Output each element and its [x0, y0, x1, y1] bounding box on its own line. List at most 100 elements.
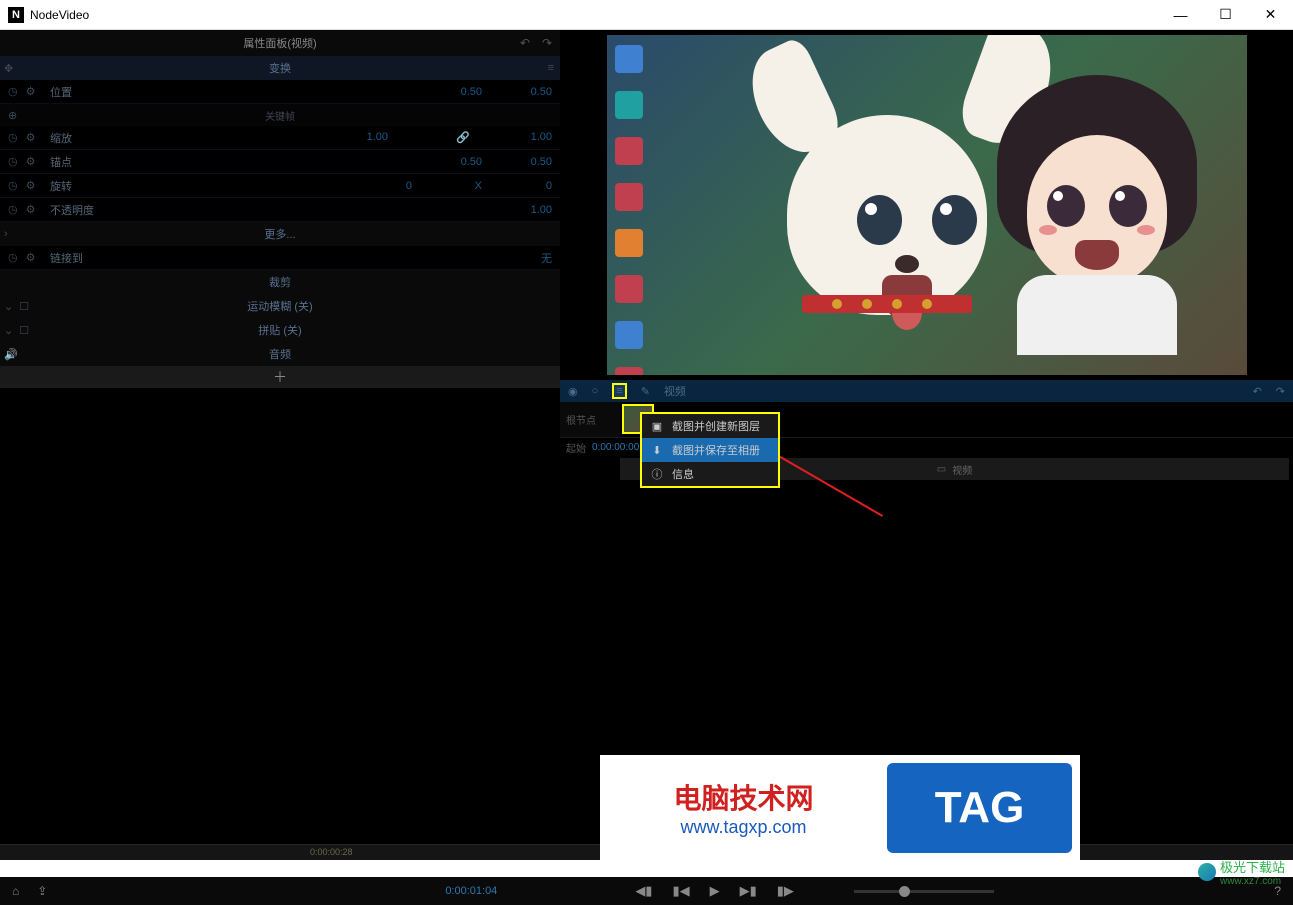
crop-row[interactable]: 裁剪 [0, 270, 560, 294]
track-root-label[interactable]: 根节点 [560, 402, 620, 437]
checkbox-icon[interactable]: ☐ [19, 300, 29, 313]
desktop-icon [615, 91, 643, 119]
girl-character [977, 75, 1217, 355]
rotate-label: 旋转 [50, 178, 170, 194]
menu-info[interactable]: ⓘ 信息 [642, 462, 778, 486]
add-keyframe-icon[interactable]: ⊕ [8, 109, 17, 122]
motionblur-label: 运动模糊 (关) [247, 298, 312, 314]
keyframe-label: 关键帧 [265, 108, 295, 123]
gear-icon[interactable]: ⚙ [26, 179, 36, 192]
stopwatch-icon[interactable]: ◷ [8, 203, 18, 216]
reset-icon[interactable]: ○ [592, 385, 599, 397]
rotate-v2[interactable]: 0 [512, 180, 552, 192]
preview-toolbar: ◉ ○ ≡ ✎ 视频 ↶ ↷ [560, 380, 1293, 402]
anchor-y[interactable]: 0.50 [512, 156, 552, 168]
link-icon[interactable]: 🔗 [430, 131, 470, 144]
anchor-label: 锚点 [50, 154, 170, 170]
menu-item-label: 截图并创建新图层 [672, 418, 760, 434]
anchor-row[interactable]: ◷ ⚙ 锚点 0.50 0.50 [0, 150, 560, 174]
scale-row[interactable]: ◷⚙ 缩放 1.00🔗1.00 [0, 126, 560, 150]
position-row[interactable]: ◷ ⚙ 位置 0.50 0.50 [0, 80, 560, 104]
undo-icon[interactable]: ↶ [520, 36, 530, 50]
move-icon[interactable]: ✥ [4, 62, 13, 75]
rotate-row[interactable]: ◷⚙ 旋转 0X0 [0, 174, 560, 198]
start-time[interactable]: 0:00:00:00 [592, 442, 639, 453]
maximize-button[interactable]: ☐ [1203, 0, 1248, 30]
start-label: 起始 [566, 440, 586, 455]
stopwatch-icon[interactable]: ◷ [8, 179, 18, 192]
tile-label: 拼贴 (关) [258, 322, 301, 338]
download-icon: ⬇ [650, 444, 664, 457]
watermark-tag: TAG [887, 763, 1072, 853]
anchor-x[interactable]: 0.50 [442, 156, 482, 168]
skip-end-button[interactable]: ▮▶ [777, 883, 794, 899]
desktop-icon [615, 367, 643, 375]
redo-icon[interactable]: ↷ [542, 36, 552, 50]
preview-viewport[interactable] [560, 30, 1293, 380]
transform-section-header[interactable]: ✥ 变换 ≡ [0, 56, 560, 80]
minimize-button[interactable]: — [1158, 0, 1203, 30]
ruler-mark: 0:00:00:28 [310, 847, 353, 857]
desktop-icon [615, 229, 643, 257]
desktop-icons [615, 45, 643, 375]
skip-start-button[interactable]: ◀▮ [635, 883, 652, 899]
zoom-slider[interactable] [854, 890, 994, 893]
stopwatch-icon[interactable]: ◷ [8, 131, 18, 144]
watermark-banner: 电脑技术网 www.tagxp.com TAG [600, 755, 1080, 860]
gear-icon[interactable]: ⚙ [26, 251, 36, 264]
menu-screenshot-new-layer[interactable]: ▣ 截图并创建新图层 [642, 414, 778, 438]
gear-icon[interactable]: ⚙ [26, 203, 36, 216]
position-y[interactable]: 0.50 [512, 86, 552, 98]
gear-icon[interactable]: ⚙ [26, 155, 36, 168]
opacity-value[interactable]: 1.00 [512, 204, 552, 216]
desktop-icon [615, 275, 643, 303]
stopwatch-icon[interactable]: ◷ [8, 85, 18, 98]
menu-icon[interactable]: ≡ [548, 62, 554, 74]
panel-header: 属性面板(视频) ↶ ↷ [0, 30, 560, 56]
logo-icon [1198, 863, 1216, 881]
linkto-value[interactable]: 无 [512, 250, 552, 266]
timecode-display[interactable]: 0:00:01:04 [445, 885, 497, 897]
redo-icon[interactable]: ↷ [1276, 385, 1285, 398]
more-row[interactable]: › 更多... [0, 222, 560, 246]
stopwatch-icon[interactable]: ◷ [8, 251, 18, 264]
position-x[interactable]: 0.50 [442, 86, 482, 98]
chevron-right-icon: › [4, 228, 8, 240]
menu-screenshot-save-album[interactable]: ⬇ 截图并保存至相册 [642, 438, 778, 462]
opacity-row[interactable]: ◷⚙ 不透明度 1.00 [0, 198, 560, 222]
gear-icon[interactable]: ⚙ [26, 85, 36, 98]
checkbox-icon[interactable]: ☐ [19, 324, 29, 337]
prev-frame-button[interactable]: ▮◀ [672, 883, 689, 899]
bottom-bar: ⌂ ⇪ 0:00:01:04 ◀▮ ▮◀ ▶ ▶▮ ▮▶ ? [0, 877, 1293, 905]
linkto-row[interactable]: ◷⚙ 链接到 无 [0, 246, 560, 270]
gear-icon[interactable]: ⚙ [26, 131, 36, 144]
scale-x[interactable]: 1.00 [348, 131, 388, 144]
clip-label: 视频 [952, 462, 972, 477]
visibility-icon[interactable]: ◉ [568, 385, 578, 398]
close-button[interactable]: ✕ [1248, 0, 1293, 30]
position-label: 位置 [50, 84, 170, 100]
motionblur-row[interactable]: ⌄☐ 运动模糊 (关) [0, 294, 560, 318]
home-button[interactable]: ⌂ [12, 884, 19, 898]
transform-label: 变换 [269, 60, 291, 76]
add-property-button[interactable]: ＋ [0, 366, 560, 388]
preview-image [607, 35, 1247, 375]
tile-row[interactable]: ⌄☐ 拼贴 (关) [0, 318, 560, 342]
stopwatch-icon[interactable]: ◷ [8, 155, 18, 168]
audio-row[interactable]: 🔊 音频 [0, 342, 560, 366]
play-button[interactable]: ▶ [710, 883, 720, 899]
more-label: 更多... [264, 226, 295, 242]
edit-icon[interactable]: ✎ [641, 385, 650, 398]
scale-y[interactable]: 1.00 [512, 131, 552, 144]
undo-icon[interactable]: ↶ [1253, 385, 1262, 398]
keyframe-subrow[interactable]: ⊕ 关键帧 [0, 104, 560, 126]
panel-title: 属性面板(视频) [243, 35, 316, 51]
app-icon: N [8, 7, 24, 23]
image-icon: ▣ [650, 420, 664, 433]
watermark-title: 电脑技术网 [600, 777, 887, 817]
speaker-icon[interactable]: 🔊 [4, 348, 18, 361]
next-frame-button[interactable]: ▶▮ [740, 883, 757, 899]
export-button[interactable]: ⇪ [37, 884, 47, 898]
screenshot-menu-button[interactable]: ≡ [612, 383, 626, 399]
rotate-v1[interactable]: 0 [372, 180, 412, 192]
